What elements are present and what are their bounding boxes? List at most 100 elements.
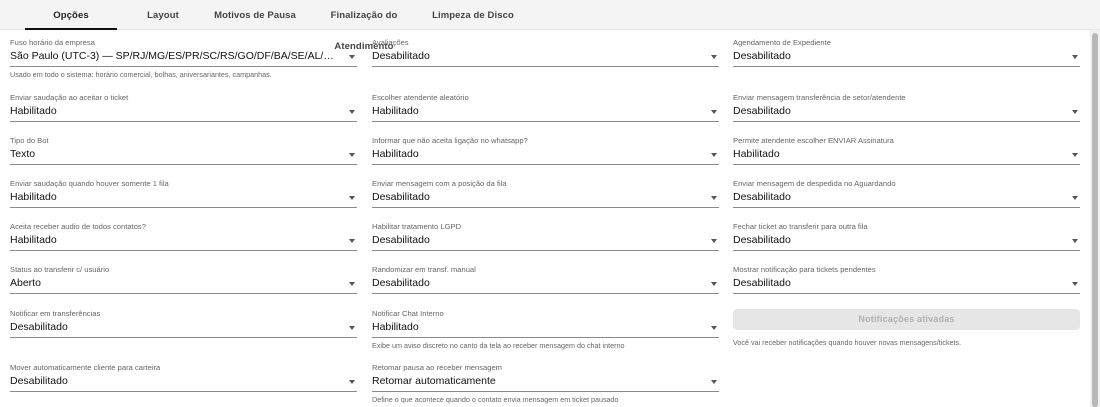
dropdown-arrow-icon	[349, 326, 355, 330]
dropdown-arrow-icon	[711, 282, 717, 286]
settings-tab-bar: Opções Layout Motivos de Pausa Finalizaç…	[0, 0, 1100, 52]
chat-interno-select[interactable]: Habilitado	[372, 318, 719, 338]
retomar-pausa-select[interactable]: Retomar automaticamente	[372, 372, 719, 392]
audio-select[interactable]: Habilitado	[10, 231, 357, 251]
select-value: Habilitado	[733, 148, 780, 160]
select-value: Desabilitado	[372, 191, 430, 203]
scrollbar-thumb[interactable]	[1092, 33, 1098, 407]
field-label: Tipo do Bot	[10, 136, 49, 145]
field-label: Enviar saudação quando houver somente 1 …	[10, 179, 169, 188]
select-value: Habilitado	[372, 321, 419, 333]
select-value: Desabilitado	[733, 277, 791, 289]
saudacao-aceitar-select[interactable]: Habilitado	[10, 102, 357, 122]
dropdown-arrow-icon	[711, 326, 717, 330]
dropdown-arrow-icon	[349, 153, 355, 157]
select-value: Habilitado	[372, 148, 419, 160]
field-label: Permite atendente escolher ENVIAR Assina…	[733, 136, 894, 145]
randomizar-select[interactable]: Desabilitado	[372, 274, 719, 294]
notificacoes-help-text: Você vai receber notificações quando hou…	[733, 338, 962, 347]
field-label: Fuso horário da empresa	[10, 38, 95, 47]
select-value: Desabilitado	[733, 191, 791, 203]
field-label: Enviar mensagem com a posição da fila	[372, 179, 507, 188]
select-value: Desabilitado	[733, 234, 791, 246]
dropdown-arrow-icon	[711, 110, 717, 114]
msg-despedida-select[interactable]: Desabilitado	[733, 188, 1080, 208]
dropdown-arrow-icon	[349, 55, 355, 59]
field-label: Habilitar tratamento LGPD	[372, 222, 462, 231]
notif-transferencias-select[interactable]: Desabilitado	[10, 318, 357, 338]
dropdown-arrow-icon	[711, 55, 717, 59]
lgpd-select[interactable]: Desabilitado	[372, 231, 719, 251]
dropdown-arrow-icon	[349, 110, 355, 114]
field-label: Enviar mensagem de despedida no Aguardan…	[733, 179, 896, 188]
tab-opcoes[interactable]: Opções	[25, 0, 117, 30]
field-label: Aceita receber audio de todos contatos?	[10, 222, 146, 231]
select-value: Retomar automaticamente	[372, 375, 496, 387]
dropdown-arrow-icon	[349, 282, 355, 286]
field-label: Avaliações	[372, 38, 409, 47]
select-value: Habilitado	[10, 105, 57, 117]
select-value: Desabilitado	[372, 277, 430, 289]
tab-layout[interactable]: Layout	[117, 0, 209, 30]
notif-pendentes-select[interactable]: Desabilitado	[733, 274, 1080, 294]
dropdown-arrow-icon	[1072, 196, 1078, 200]
field-label: Mover automaticamente cliente para carte…	[10, 363, 161, 372]
ligacao-whatsapp-select[interactable]: Habilitado	[372, 145, 719, 165]
field-label: Agendamento de Expediente	[733, 38, 831, 47]
fechar-ticket-select[interactable]: Desabilitado	[733, 231, 1080, 251]
field-label: Enviar saudação ao aceitar o ticket	[10, 93, 129, 102]
select-value: São Paulo (UTC-3) — SP/RJ/MG/ES/PR/SC/RS…	[10, 50, 339, 62]
field-label: Escolher atendente aleatório	[372, 93, 469, 102]
select-value: Aberto	[10, 277, 41, 289]
select-value: Habilitado	[372, 105, 419, 117]
assinatura-select[interactable]: Habilitado	[733, 145, 1080, 165]
field-label: Informar que não aceita ligação no whats…	[372, 136, 528, 145]
select-value: Desabilitado	[10, 375, 68, 387]
select-value: Desabilitado	[10, 321, 68, 333]
tab-motivos-de-pausa[interactable]: Motivos de Pausa	[209, 0, 301, 30]
notificacoes-ativadas-button[interactable]: Notificações ativadas	[733, 309, 1080, 330]
dropdown-arrow-icon	[711, 153, 717, 157]
atendente-aleatorio-select[interactable]: Habilitado	[372, 102, 719, 122]
dropdown-arrow-icon	[1072, 110, 1078, 114]
dropdown-arrow-icon	[1072, 239, 1078, 243]
tipo-bot-select[interactable]: Texto	[10, 145, 357, 165]
field-label: Status ao transferir c/ usuário	[10, 265, 110, 274]
msg-posicao-select[interactable]: Desabilitado	[372, 188, 719, 208]
msg-transferencia-select[interactable]: Desabilitado	[733, 102, 1080, 122]
field-help-text: Exibe um aviso discreto no canto da tela…	[372, 341, 625, 350]
select-value: Texto	[10, 148, 36, 160]
field-label: Enviar mensagem transferência de setor/a…	[733, 93, 906, 102]
dropdown-arrow-icon	[1072, 55, 1078, 59]
dropdown-arrow-icon	[711, 196, 717, 200]
field-label: Notificar Chat Interno	[372, 309, 444, 318]
dropdown-arrow-icon	[1072, 282, 1078, 286]
field-label: Randomizar em transf. manual	[372, 265, 476, 274]
agendamento-expediente-select[interactable]: Desabilitado	[733, 47, 1080, 67]
select-value: Desabilitado	[733, 50, 791, 62]
carteira-select[interactable]: Desabilitado	[10, 372, 357, 392]
field-label: Retomar pausa ao receber mensagem	[372, 363, 503, 372]
select-value: Desabilitado	[372, 234, 430, 246]
dropdown-arrow-icon	[349, 380, 355, 384]
field-help-text: Usado em todo o sistema: horário comerci…	[10, 70, 272, 79]
select-value: Desabilitado	[733, 105, 791, 117]
select-value: Habilitado	[10, 191, 57, 203]
avaliacoes-select[interactable]: Desabilitado	[372, 47, 719, 67]
tab-finalizacao-do-atendimento[interactable]: Finalização do Atendimento	[301, 0, 427, 52]
saudacao-fila-select[interactable]: Habilitado	[10, 188, 357, 208]
fuso-horario-select[interactable]: São Paulo (UTC-3) — SP/RJ/MG/ES/PR/SC/RS…	[10, 47, 357, 67]
dropdown-arrow-icon	[349, 196, 355, 200]
field-label: Fechar ticket ao transferir para outra f…	[733, 222, 868, 231]
dropdown-arrow-icon	[349, 239, 355, 243]
field-label: Notificar em transferências	[10, 309, 101, 318]
status-transferir-select[interactable]: Aberto	[10, 274, 357, 294]
dropdown-arrow-icon	[1072, 153, 1078, 157]
select-value: Desabilitado	[372, 50, 430, 62]
dropdown-arrow-icon	[711, 380, 717, 384]
dropdown-arrow-icon	[711, 239, 717, 243]
select-value: Habilitado	[10, 234, 57, 246]
field-help-text: Define o que acontece quando o contato e…	[372, 395, 619, 404]
tab-limpeza-de-disco[interactable]: Limpeza de Disco	[427, 0, 519, 30]
field-label: Mostrar notificação para tickets pendent…	[733, 265, 876, 274]
